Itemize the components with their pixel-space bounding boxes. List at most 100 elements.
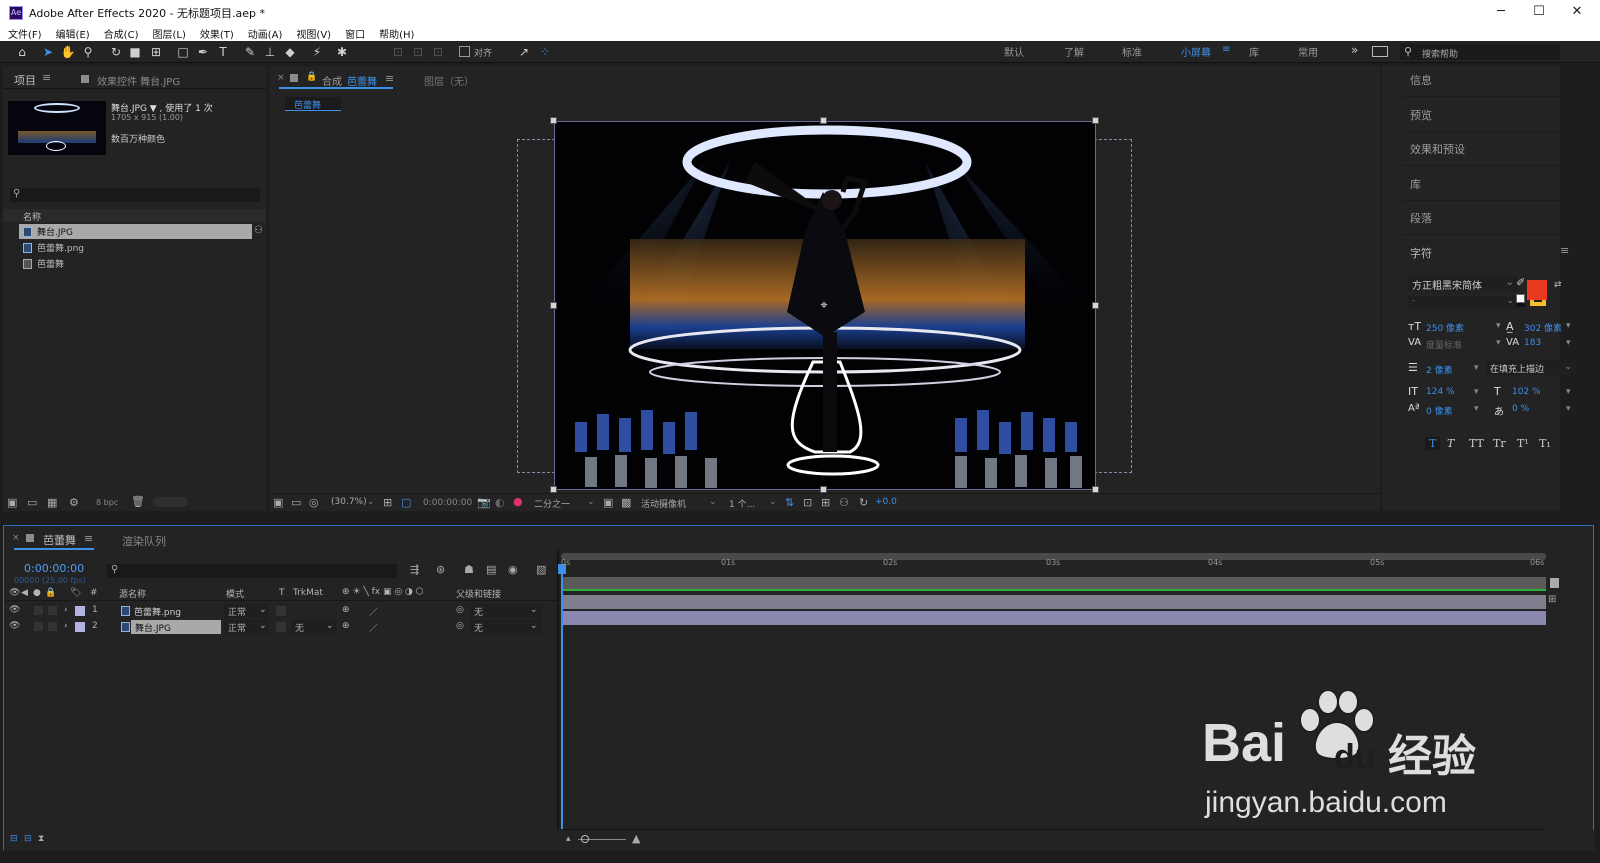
baseline-shift-value[interactable]: 0 像素 — [1426, 404, 1453, 417]
workspace-menu-icon[interactable]: ≡ — [1222, 44, 1230, 55]
current-time[interactable]: 0:00:00:00 — [423, 498, 472, 508]
transform-handle[interactable] — [1092, 117, 1099, 124]
toggle-modes-icon[interactable]: ⊟ — [24, 834, 32, 844]
close-tab-icon[interactable]: × — [12, 533, 20, 543]
tsume-value[interactable]: 0 % — [1512, 404, 1529, 414]
switches-header-icon[interactable]: ⊕ ☀ ╲ fx ▣ ◎ ◑ ⬡ — [342, 587, 424, 597]
workspace-default[interactable]: 默认 — [1004, 44, 1024, 59]
fast-preview-icon[interactable]: ⇅ — [785, 496, 794, 509]
new-composition-icon[interactable]: ▦ — [47, 496, 57, 509]
thumbnail-slider[interactable] — [153, 497, 188, 507]
chevron-down-icon[interactable]: ▾ — [1566, 404, 1571, 414]
timeline-icon[interactable]: ⊡ — [803, 496, 812, 509]
layer-name[interactable]: 芭蕾舞.png — [134, 605, 181, 618]
transform-handle[interactable] — [550, 117, 557, 124]
tab-composition[interactable]: 芭蕾舞 — [347, 73, 377, 88]
toggle-switches-icon[interactable]: ⊟ — [10, 834, 18, 844]
motion-blur-icon[interactable]: ◉ — [508, 563, 518, 576]
rectangle-tool-icon[interactable]: □ — [175, 44, 191, 60]
views-dropdown[interactable]: 1 个... — [729, 497, 755, 510]
workspace-library[interactable]: 库 — [1249, 44, 1259, 59]
chevron-down-icon[interactable]: ▾ — [1474, 363, 1479, 373]
transform-handle[interactable] — [1092, 302, 1099, 309]
tab-render-queue[interactable]: 渲染队列 — [122, 533, 166, 549]
mode-header[interactable]: 模式 — [226, 587, 244, 600]
reset-exposure-icon[interactable]: ↻ — [859, 496, 868, 509]
layer-row[interactable]: 👁 › 1 芭蕾舞.png 正常 ⌄ ⊕ ／ ◎ 无 ⌄ — [4, 603, 557, 619]
chevron-down-icon[interactable]: ⌄ — [367, 497, 375, 507]
flowchart-icon[interactable]: ⚇ — [254, 225, 263, 236]
menu-window[interactable]: 窗口 — [337, 26, 371, 41]
panel-library[interactable]: 库 — [1410, 176, 1421, 192]
zoom-tool-icon[interactable]: ⚲ — [80, 44, 96, 60]
transparency-icon[interactable]: ▩ — [621, 496, 631, 509]
transform-handle[interactable] — [1092, 486, 1099, 493]
graph-editor-icon[interactable]: ▧ — [536, 563, 546, 576]
clone-stamp-tool-icon[interactable]: ⊥ — [262, 44, 278, 60]
stroke-type-dropdown[interactable]: 在填充上描边 ⌄ — [1486, 360, 1576, 375]
chevron-down-icon[interactable]: ▾ — [1496, 338, 1501, 348]
project-item[interactable]: 舞台.JPG — [19, 224, 252, 239]
lock-icon[interactable]: 🔒 — [45, 588, 56, 598]
shy-switch-icon[interactable]: ⊕ — [342, 621, 350, 631]
comp-breadcrumb[interactable]: 芭蕾舞 — [285, 97, 341, 111]
preserve-transparency-checkbox[interactable] — [276, 622, 286, 632]
minimize-button[interactable]: ─ — [1482, 0, 1520, 25]
comp-menu-icon[interactable]: ≡ — [385, 72, 394, 85]
stroke-width-value[interactable]: 2 像素 — [1426, 363, 1453, 376]
axis-local-icon[interactable]: ⊡ — [390, 44, 406, 60]
hand-tool-icon[interactable]: ✋ — [60, 44, 76, 60]
toggle-timing-icon[interactable]: ⧗ — [38, 834, 44, 844]
faux-italic-button[interactable]: T — [1447, 437, 1454, 450]
small-caps-button[interactable]: Tr — [1493, 437, 1506, 450]
show-snapshot-icon[interactable]: ◐ — [495, 496, 505, 509]
transform-handle[interactable] — [820, 486, 827, 493]
comp-tab-prefix[interactable]: 合成 — [322, 73, 342, 88]
layer-bar[interactable] — [561, 595, 1546, 609]
draft-3d-icon[interactable]: ⊛ — [436, 563, 445, 576]
chevron-down-icon[interactable]: ⌄ — [769, 497, 777, 507]
panel-paragraph[interactable]: 段落 — [1410, 210, 1432, 226]
panel-info[interactable]: 信息 — [1410, 72, 1432, 88]
panel-effects-presets[interactable]: 效果和预设 — [1410, 141, 1465, 157]
leading-value[interactable]: 302 像素 — [1524, 321, 1562, 334]
type-tool-icon[interactable]: T — [215, 44, 231, 60]
chevron-down-icon[interactable]: ▾ — [1566, 321, 1571, 331]
project-search-input[interactable]: ⚲ — [10, 188, 260, 202]
panel-toggle-icon[interactable] — [1372, 46, 1388, 57]
tab-layer[interactable]: 图层（无） — [424, 73, 474, 88]
resolution-dropdown[interactable]: 二分之一 — [534, 497, 570, 510]
expand-arrow-icon[interactable]: › — [64, 605, 68, 615]
kerning-value[interactable]: 度量标准 — [1426, 338, 1462, 351]
menu-layer[interactable]: 图层(L) — [144, 26, 191, 41]
pick-whip-icon[interactable]: ◎ — [456, 621, 464, 631]
label-color-swatch[interactable] — [75, 606, 85, 616]
parent-header[interactable]: 父级和链接 — [456, 587, 501, 600]
lock-icon[interactable]: 🔒 — [306, 72, 317, 82]
layer-name[interactable]: 舞台.JPG — [135, 621, 171, 634]
roto-brush-tool-icon[interactable]: ⚡ — [309, 44, 325, 60]
exposure-value[interactable]: +0.0 — [875, 497, 897, 507]
parent-dropdown[interactable]: 无 ⌄ — [470, 604, 542, 618]
transform-handle[interactable] — [550, 302, 557, 309]
vertical-scale-value[interactable]: 124 % — [1426, 387, 1455, 397]
project-settings-icon[interactable]: ⚙ — [69, 496, 79, 509]
shy-layers-icon[interactable]: ☗ — [464, 563, 474, 576]
tab-effect-controls[interactable]: 效果控件 舞台.JPG — [97, 73, 180, 88]
project-item[interactable]: 芭蕾舞 — [19, 256, 259, 271]
eye-icon[interactable]: 👁 — [9, 621, 20, 631]
eraser-tool-icon[interactable]: ◆ — [282, 44, 298, 60]
bpc-label[interactable]: 8 bpc — [96, 498, 118, 507]
transparency-grid-icon[interactable]: ▢ — [401, 496, 411, 509]
camera-tool-icon[interactable]: ■ — [127, 44, 143, 60]
new-folder-icon[interactable]: ▭ — [27, 496, 37, 509]
project-menu-icon[interactable]: ≡ — [42, 71, 51, 84]
timeline-timecode[interactable]: 0:00:00:00 — [24, 562, 84, 575]
safe-zones-icon[interactable]: ⊞ — [383, 496, 392, 509]
panel-preview[interactable]: 预览 — [1410, 107, 1432, 123]
chevron-down-icon[interactable]: ▾ — [1474, 387, 1479, 397]
timeline-menu-icon[interactable]: ≡ — [84, 532, 93, 545]
source-name-header[interactable]: 源名称 — [119, 587, 146, 600]
chevron-down-icon[interactable]: ⌄ — [709, 497, 717, 507]
layer-row[interactable]: 👁 › 2 舞台.JPG 正常 ⌄ 无 ⌄ ⊕ ／ ◎ 无 ⌄ — [4, 619, 557, 635]
